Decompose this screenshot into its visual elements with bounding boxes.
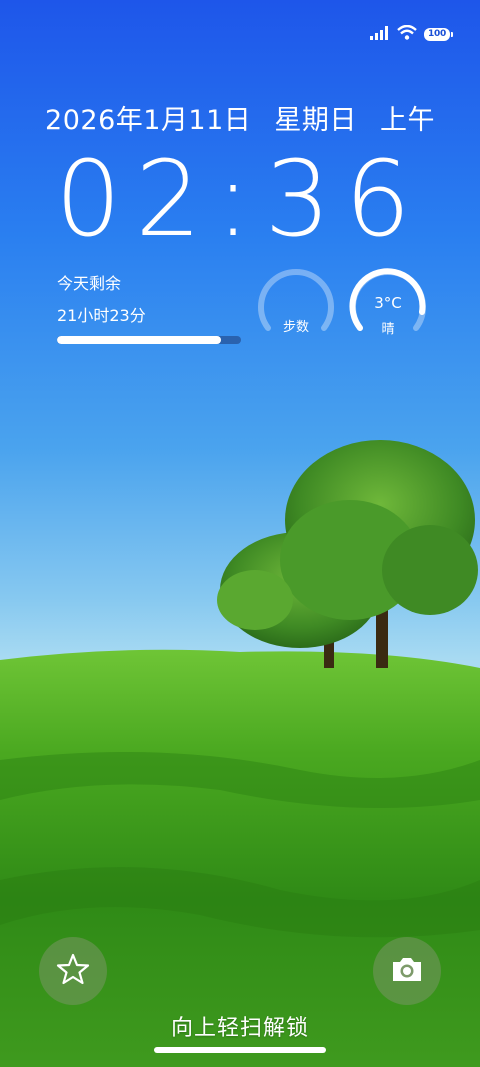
remaining-label: 今天剩余: [57, 274, 122, 293]
wifi-icon: [397, 24, 417, 44]
camera-shortcut-button[interactable]: [373, 937, 441, 1005]
favorites-shortcut-button[interactable]: [39, 937, 107, 1005]
camera-icon: [389, 953, 425, 989]
battery-icon: 100: [424, 27, 453, 41]
weekday-text: 星期日: [274, 105, 357, 136]
battery-level: 100: [428, 29, 446, 39]
remaining-progress-fill: [57, 336, 221, 344]
star-icon: [55, 951, 91, 991]
remaining-value: 21小时23分: [57, 306, 146, 325]
date-text: 2026年1月11日: [45, 105, 252, 136]
weather-temperature: 3°C: [374, 294, 402, 312]
date-line: 2026年1月11日 星期日 上午: [0, 98, 480, 137]
day-remaining-widget[interactable]: 今天剩余 21小时23分: [57, 270, 243, 344]
period-text: 上午: [379, 105, 435, 136]
steps-label: 步数: [282, 320, 309, 335]
unlock-hint: 向上轻扫解锁: [170, 1016, 309, 1041]
remaining-progress-track: [57, 336, 241, 344]
clock-time: 02:36: [55, 138, 425, 260]
steps-widget[interactable]: 步数: [256, 266, 336, 338]
weather-condition: 晴: [381, 322, 395, 337]
lock-screen: 100 2026年1月11日 星期日 上午 02:36 今天剩余 21小时23分…: [0, 0, 480, 1067]
status-bar: 100: [370, 22, 453, 46]
weather-widget[interactable]: 3°C 晴: [348, 266, 428, 338]
home-indicator[interactable]: [154, 1047, 326, 1053]
cellular-signal-icon: [370, 25, 390, 44]
